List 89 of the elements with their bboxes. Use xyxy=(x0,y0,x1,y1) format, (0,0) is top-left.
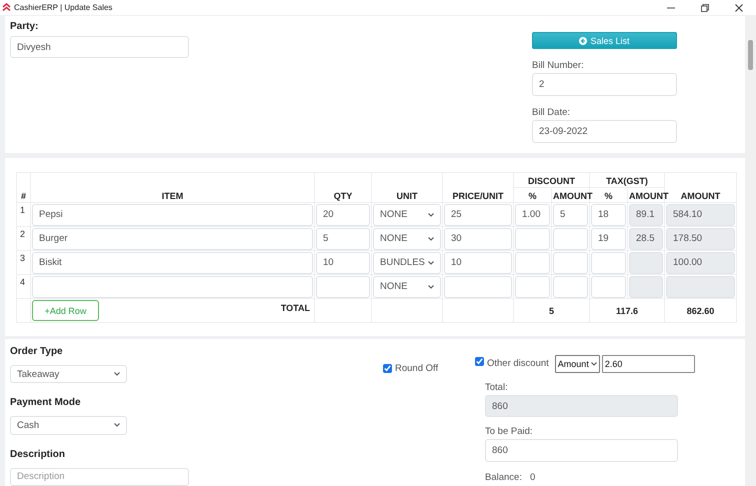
balance-value: 0 xyxy=(530,471,536,485)
to-be-paid-field[interactable]: 860 xyxy=(485,439,678,462)
unit-select[interactable]: NONE xyxy=(373,276,441,298)
discount-amount-field[interactable]: 5 xyxy=(553,204,588,226)
item-field[interactable]: Burger xyxy=(32,228,313,250)
item-field[interactable]: Pepsi xyxy=(32,204,313,226)
unit-select[interactable]: NONE xyxy=(373,204,441,226)
window-title: CashierERP | Update Sales xyxy=(14,3,114,12)
column-header: % xyxy=(514,188,552,202)
column-header: # xyxy=(16,172,30,202)
bill-date-field[interactable]: 23-09-2022 xyxy=(532,120,677,143)
tax-percent-field[interactable]: 19 xyxy=(591,228,626,250)
discount-amount-field[interactable] xyxy=(553,252,588,274)
back-arrow-icon xyxy=(579,36,588,44)
tax-amount-field[interactable] xyxy=(629,276,664,298)
qty-field[interactable]: 20 xyxy=(316,204,370,226)
price-field[interactable]: 10 xyxy=(444,252,512,274)
qty-field[interactable]: 5 xyxy=(316,228,370,250)
column-group-header: DISCOUNT xyxy=(514,172,590,188)
discount-percent-field[interactable] xyxy=(515,276,550,298)
price-field[interactable] xyxy=(444,276,512,298)
round-off-label: Round Off xyxy=(395,362,438,376)
column-header: ITEM xyxy=(30,172,314,202)
scrollbar-thumb[interactable] xyxy=(748,40,753,70)
balance-label: Balance: xyxy=(485,471,522,485)
row-number: 1 xyxy=(16,202,30,226)
total-field[interactable]: 860 xyxy=(485,395,678,417)
payment-mode-select[interactable]: Cash xyxy=(10,416,127,435)
discount-percent-field[interactable]: 1.00 xyxy=(515,204,550,226)
tax-percent-field[interactable] xyxy=(591,276,626,298)
tax-amount-field[interactable]: 89.1 xyxy=(629,204,664,226)
discount-amount-field[interactable] xyxy=(553,276,588,298)
order-type-select[interactable]: Takeaway xyxy=(10,365,127,384)
discount-value-field[interactable]: 2.60 xyxy=(602,355,695,373)
bill-number-label: Bill Number: xyxy=(532,59,585,73)
caret-icon xyxy=(428,236,434,240)
tax-amount-field[interactable] xyxy=(629,252,664,274)
unit-select[interactable]: BUNDLES xyxy=(373,252,441,274)
to-be-paid-label: To be Paid: xyxy=(485,425,534,439)
amount-field[interactable]: 584.10 xyxy=(666,204,736,226)
discount-type-select[interactable]: Amount xyxy=(554,355,600,373)
bill-date-label: Bill Date: xyxy=(532,106,572,120)
row-number: 4 xyxy=(16,274,30,298)
other-discount-checkbox[interactable] xyxy=(475,357,484,366)
discount-amount-field[interactable] xyxy=(553,228,588,250)
qty-field[interactable] xyxy=(316,276,370,298)
tax-percent-field[interactable] xyxy=(591,252,626,274)
unit-select[interactable]: NONE xyxy=(373,228,441,250)
restore-icon xyxy=(701,4,709,12)
party-field[interactable]: Divyesh xyxy=(10,36,189,58)
caret-icon xyxy=(590,362,597,366)
column-header: PRICE/UNIT xyxy=(442,172,514,202)
discount-total: 5 xyxy=(548,306,555,316)
column-header: QTY xyxy=(314,172,372,202)
tax-amount-field[interactable]: 28.5 xyxy=(629,228,664,250)
price-field[interactable]: 30 xyxy=(444,228,512,250)
qty-field[interactable]: 10 xyxy=(316,252,370,274)
column-header: UNIT xyxy=(372,172,442,202)
description-label: Description xyxy=(10,448,66,462)
item-field[interactable]: Biskit xyxy=(32,252,313,274)
caret-icon xyxy=(114,423,120,428)
amount-field[interactable]: 178.50 xyxy=(666,228,736,250)
party-label: Party: xyxy=(10,20,40,34)
row-number: 2 xyxy=(16,226,30,250)
tax-total: 117.6 xyxy=(614,306,640,316)
close-icon xyxy=(735,4,743,12)
caret-icon xyxy=(114,372,120,376)
amount-total: 862.60 xyxy=(686,306,716,316)
caret-icon xyxy=(428,284,434,288)
bill-number-field[interactable]: 2 xyxy=(532,73,677,96)
order-type-label: Order Type xyxy=(10,345,64,359)
price-field[interactable]: 25 xyxy=(444,204,512,226)
amount-field[interactable]: 100.00 xyxy=(666,252,736,274)
logo-icon xyxy=(2,3,11,12)
item-field[interactable] xyxy=(32,276,313,298)
payment-mode-label: Payment Mode xyxy=(10,396,82,410)
total-label: Total: xyxy=(485,381,509,395)
other-discount-label: Other discount xyxy=(487,357,549,371)
discount-percent-field[interactable] xyxy=(515,252,550,274)
column-group-header: TAX(GST) xyxy=(590,172,665,188)
total-label: TOTAL xyxy=(280,303,311,313)
caret-icon xyxy=(428,260,434,264)
discount-percent-field[interactable] xyxy=(515,228,550,250)
row-number: 3 xyxy=(16,250,30,274)
tax-percent-field[interactable]: 18 xyxy=(591,204,626,226)
amount-field[interactable] xyxy=(666,276,736,298)
caret-icon xyxy=(428,212,434,216)
description-field[interactable]: Description xyxy=(10,468,189,486)
round-off-checkbox[interactable] xyxy=(383,364,392,373)
